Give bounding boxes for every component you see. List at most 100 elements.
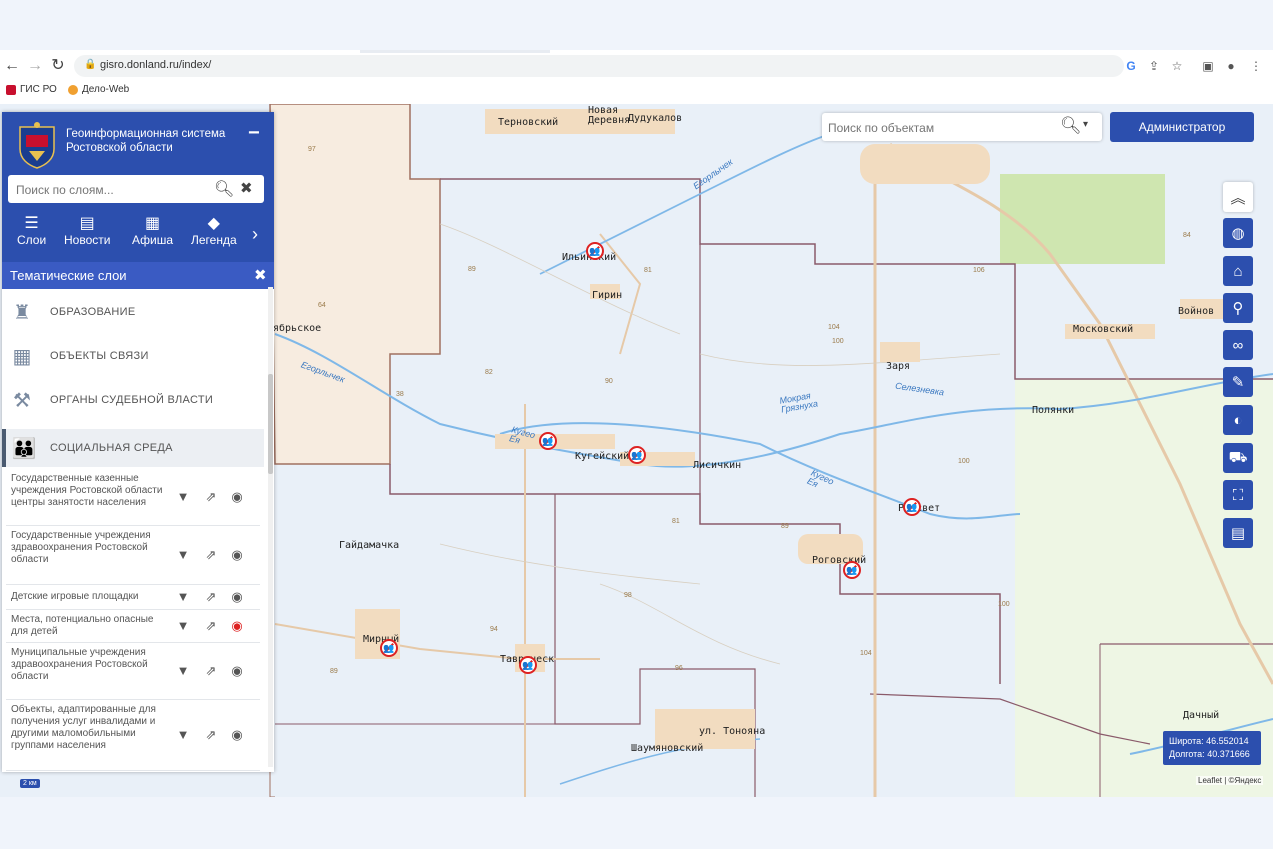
filter-icon[interactable]: ▼ bbox=[174, 547, 192, 562]
comment-icon[interactable]: ▤ bbox=[1223, 518, 1253, 548]
category-communications[interactable]: ▦ ОБЪЕКТЫ СВЯЗИ bbox=[2, 337, 260, 375]
export-icon[interactable]: ⇗ bbox=[202, 589, 220, 605]
more-menu-icon[interactable]: ⋮ bbox=[1247, 57, 1265, 75]
place-label: Гайдамачка bbox=[339, 540, 400, 551]
filter-icon[interactable]: ▼ bbox=[174, 589, 192, 604]
sidepanel-icon[interactable]: ▣ bbox=[1199, 57, 1217, 75]
search-icon[interactable]: 🔍︎ bbox=[214, 179, 234, 199]
education-icon: ♜ bbox=[13, 301, 31, 324]
layer-row: Государственные казенные учреждения Рост… bbox=[6, 469, 260, 526]
export-icon[interactable]: ⇗ bbox=[202, 727, 220, 743]
delo-icon bbox=[68, 84, 78, 95]
search-icon[interactable]: 🔍︎ bbox=[1060, 116, 1082, 136]
section-title: Тематические слои bbox=[10, 268, 127, 283]
elevation-label: 82 bbox=[485, 369, 493, 376]
category-judiciary[interactable]: ⚒ ОРГАНЫ СУДЕБНОЙ ВЛАСТИ bbox=[2, 381, 260, 419]
ruler-icon[interactable]: ✎ bbox=[1223, 367, 1253, 397]
place-label: Шаумяновский bbox=[631, 743, 704, 754]
filter-icon[interactable]: ▼ bbox=[174, 663, 192, 678]
people-icon: 👪︎ bbox=[11, 437, 37, 460]
danger-marker-icon[interactable]: 👥 bbox=[628, 446, 646, 464]
tab-events[interactable]: ▦ Афиша bbox=[132, 215, 173, 247]
danger-marker-icon[interactable]: 👥 bbox=[903, 498, 921, 516]
lock-icon: 🔒 bbox=[84, 59, 97, 70]
bookmark-gis[interactable]: ГИС РО bbox=[6, 84, 57, 95]
export-icon[interactable]: ⇗ bbox=[202, 663, 220, 679]
chevrons-up-icon[interactable]: ︽ bbox=[1223, 182, 1253, 212]
layer-list: ♜ ОБРАЗОВАНИЕ ▦ ОБЪЕКТЫ СВЯЗИ ⚒ ОРГАНЫ С… bbox=[2, 289, 264, 772]
menu-icon: ☰ bbox=[24, 215, 39, 232]
close-icon[interactable]: ✖ bbox=[240, 179, 253, 197]
bookmarks-bar: ГИС РО Дело-Web bbox=[0, 82, 1273, 102]
eye-icon[interactable]: ◉ bbox=[228, 663, 246, 679]
export-icon[interactable]: ⇗ bbox=[202, 547, 220, 563]
danger-marker-icon[interactable]: 👥 bbox=[519, 656, 537, 674]
attribution[interactable]: Leaflet | ©Яндекс bbox=[1196, 776, 1264, 785]
eye-icon[interactable]: ◉ bbox=[228, 727, 246, 743]
close-icon[interactable]: ✖ bbox=[254, 266, 267, 284]
elevation-label: 64 bbox=[318, 302, 326, 309]
export-icon[interactable]: ⇗ bbox=[202, 489, 220, 505]
bookmark-delo[interactable]: Дело-Web bbox=[68, 84, 129, 95]
category-education[interactable]: ♜ ОБРАЗОВАНИЕ bbox=[2, 293, 260, 331]
address-bar[interactable]: 🔒 gisro.donland.ru/index/ bbox=[74, 55, 1124, 77]
calendar-icon: ▦ bbox=[144, 215, 161, 232]
filter-icon[interactable]: ▼ bbox=[174, 489, 192, 504]
tab-news[interactable]: ▤ Новости bbox=[64, 215, 110, 247]
elevation-label: 89 bbox=[468, 266, 476, 273]
elevation-label: 81 bbox=[672, 518, 680, 525]
panel-header: Геоинформационная система Ростовской обл… bbox=[2, 112, 274, 262]
back-icon[interactable]: ← bbox=[2, 56, 22, 76]
section-header: Тематические слои ✖ bbox=[2, 262, 274, 289]
filter-icon[interactable]: ▼ bbox=[174, 618, 192, 633]
profile-icon[interactable]: ● bbox=[1222, 57, 1240, 75]
reload-icon[interactable]: ↻ bbox=[48, 56, 68, 76]
fullscreen-icon[interactable]: ⛶ bbox=[1223, 480, 1253, 510]
eye-icon[interactable]: ◉ bbox=[228, 589, 246, 605]
export-icon[interactable]: ⇗ bbox=[202, 618, 220, 634]
link-icon[interactable]: ∞ bbox=[1223, 330, 1253, 360]
minimize-button[interactable]: − bbox=[248, 122, 260, 145]
tab-layers[interactable]: ☰ Слои bbox=[17, 215, 46, 247]
danger-marker-icon[interactable]: 👥 bbox=[380, 639, 398, 657]
place-label: Дачный bbox=[1183, 710, 1220, 721]
place-label: Лисичкин bbox=[693, 460, 742, 471]
globe-icon[interactable]: ◍ bbox=[1223, 218, 1253, 248]
eye-icon[interactable]: ◉ bbox=[228, 547, 246, 563]
danger-marker-icon[interactable]: 👥 bbox=[843, 561, 861, 579]
elevation-label: 89 bbox=[781, 523, 789, 530]
eye-icon[interactable]: ◉ bbox=[228, 618, 246, 634]
car-icon[interactable]: ⛟ bbox=[1223, 443, 1253, 473]
layer-row: Детские игровые площадки ▼ ⇗ ◉ bbox=[6, 585, 260, 610]
layer-search-input[interactable] bbox=[8, 175, 208, 205]
chevron-right-icon[interactable]: › bbox=[252, 224, 258, 245]
eye-icon[interactable]: ◉ bbox=[228, 489, 246, 505]
scrollbar[interactable] bbox=[268, 287, 273, 767]
object-search-input[interactable] bbox=[822, 113, 1050, 143]
chevron-down-icon[interactable]: ▾ bbox=[1083, 119, 1088, 130]
filter-icon[interactable]: ▼ bbox=[174, 727, 192, 742]
admin-button[interactable]: Администратор bbox=[1110, 112, 1254, 142]
forward-icon[interactable]: → bbox=[25, 56, 45, 76]
place-label: Кугейский bbox=[575, 451, 630, 462]
scrollbar-thumb[interactable] bbox=[268, 374, 273, 474]
elevation-label: 81 bbox=[644, 267, 652, 274]
tab-legend[interactable]: ◆ Легенда bbox=[191, 215, 237, 247]
danger-marker-icon[interactable]: 👥 bbox=[586, 242, 604, 260]
category-social[interactable]: 👪︎ СОЦИАЛЬНАЯ СРЕДА bbox=[2, 429, 264, 467]
layers-panel: Геоинформационная система Ростовской обл… bbox=[2, 112, 274, 772]
elevation-label: 98 bbox=[624, 592, 632, 599]
star-icon[interactable]: ☆ bbox=[1168, 57, 1186, 75]
location-pin-icon[interactable]: ⚲ bbox=[1223, 293, 1253, 323]
elevation-label: 96 bbox=[675, 665, 683, 672]
elevation-label: 90 bbox=[605, 378, 613, 385]
elevation-label: 100 bbox=[832, 338, 844, 345]
place-label: Гирин bbox=[592, 290, 623, 301]
share-icon[interactable]: ⇪ bbox=[1145, 57, 1163, 75]
home-icon[interactable]: ⌂ bbox=[1223, 256, 1253, 286]
coordinates-display: Широта: 46.552014 Долгота: 40.371666 bbox=[1163, 731, 1261, 765]
google-icon[interactable]: G bbox=[1122, 57, 1140, 75]
world-icon[interactable]: ◐ bbox=[1223, 405, 1253, 435]
danger-marker-icon[interactable]: 👥 bbox=[539, 432, 557, 450]
coat-of-arms-icon bbox=[19, 122, 55, 169]
